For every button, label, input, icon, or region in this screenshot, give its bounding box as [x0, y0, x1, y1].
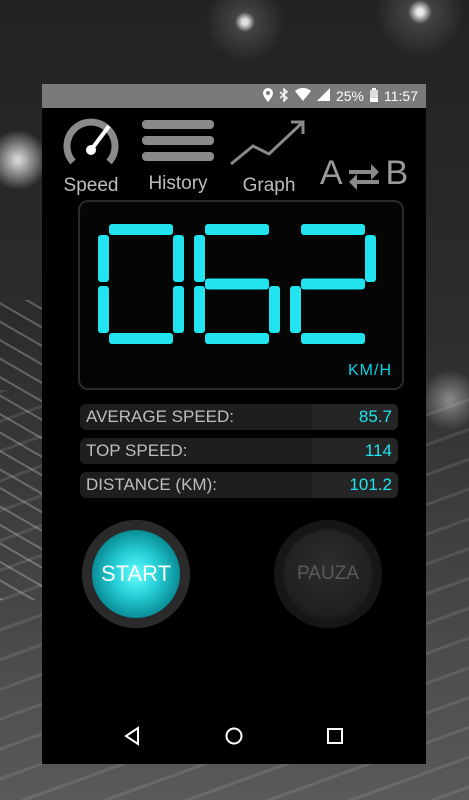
tab-ab[interactable]: A B — [314, 154, 414, 199]
speed-display: KM/H — [78, 200, 404, 390]
swap-icon — [347, 160, 381, 199]
speed-digit-1-segment-c — [269, 286, 280, 333]
tab-speed[interactable]: Speed — [58, 116, 124, 197]
start-button-label: START — [92, 530, 180, 618]
trend-arrow-icon — [227, 120, 311, 172]
distance-value: 101.2 — [312, 472, 398, 498]
speedometer-icon — [63, 118, 119, 172]
distance-label: DISTANCE (KM): — [86, 475, 217, 494]
home-icon — [225, 727, 243, 745]
pause-button[interactable]: PAUZA — [274, 520, 382, 628]
speed-digit-2-segment-b — [365, 235, 376, 282]
back-button[interactable] — [113, 716, 153, 756]
speed-digit-2-segment-a — [301, 224, 365, 235]
speed-digit-0-segment-c — [173, 286, 184, 333]
recents-button[interactable] — [315, 716, 355, 756]
clock: 11:57 — [384, 88, 418, 104]
speed-digit-1-segment-e — [194, 286, 205, 333]
average-speed-value: 85.7 — [312, 404, 398, 430]
speed-digit-0-segment-b — [173, 235, 184, 282]
average-speed-label: AVERAGE SPEED: — [86, 407, 235, 426]
recents-icon — [327, 728, 344, 744]
back-icon — [123, 726, 139, 746]
tab-speed-label: Speed — [63, 175, 119, 196]
tab-graph-label: Graph — [242, 175, 296, 196]
tab-history-label: History — [148, 173, 208, 194]
signal-icon — [316, 88, 330, 104]
battery-percent: 25% — [335, 88, 364, 104]
tab-graph[interactable]: Graph — [224, 116, 314, 197]
speed-reading — [94, 222, 390, 352]
home-button[interactable] — [214, 716, 254, 756]
app-window: 25% 11:57 Speed History Graph A B KM/H A… — [42, 84, 426, 764]
speed-digit-2-segment-g — [301, 278, 365, 290]
ab-b-label: B — [385, 154, 409, 192]
pause-button-label: PAUZA — [284, 530, 372, 618]
speed-unit: KM/H — [348, 362, 392, 379]
start-button[interactable]: START — [82, 520, 190, 628]
top-speed-label: TOP SPEED: — [86, 441, 188, 460]
tab-history[interactable]: History — [138, 116, 218, 195]
battery-icon — [370, 87, 378, 105]
speed-digit-0-segment-e — [98, 286, 109, 333]
top-speed-row: TOP SPEED: 114 — [80, 438, 398, 464]
ab-a-label: A — [319, 154, 343, 192]
wifi-icon — [294, 87, 311, 104]
speed-digit-2-segment-d — [301, 333, 365, 344]
average-speed-row: AVERAGE SPEED: 85.7 — [80, 404, 398, 430]
distance-row: DISTANCE (KM): 101.2 — [80, 472, 398, 498]
speed-digit-0-segment-a — [109, 224, 173, 235]
speed-digit-0-segment-f — [98, 235, 109, 282]
speed-digit-1-segment-f — [194, 235, 205, 282]
system-nav-bar — [42, 708, 426, 764]
location-icon — [262, 87, 273, 105]
speed-digits-svg — [98, 224, 376, 344]
speed-digit-1-segment-d — [205, 333, 269, 344]
speed-digit-2-segment-e — [290, 286, 301, 333]
speed-digit-1-segment-g — [205, 278, 269, 290]
status-bar: 25% 11:57 — [42, 84, 426, 108]
bluetooth-icon — [279, 86, 289, 105]
list-icon — [140, 120, 216, 170]
speed-digit-1-segment-a — [205, 224, 269, 235]
top-speed-value: 114 — [312, 438, 398, 464]
speed-digit-0-segment-d — [109, 333, 173, 344]
tab-bar: Speed History Graph A B — [42, 108, 426, 204]
